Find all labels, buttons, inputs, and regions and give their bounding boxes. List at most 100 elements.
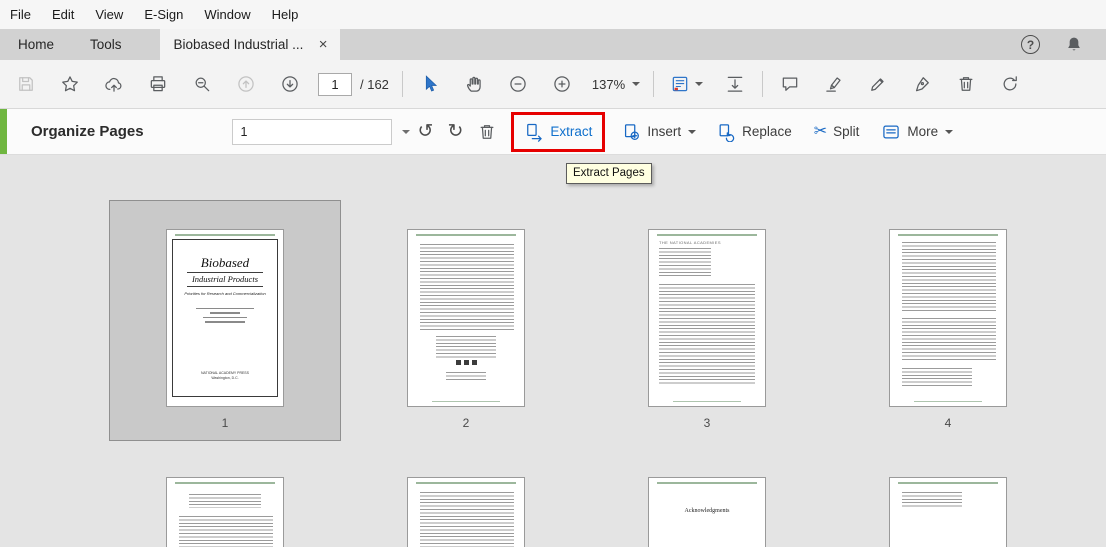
save-button[interactable]: [4, 66, 48, 102]
menu-view[interactable]: View: [95, 7, 123, 22]
rotate-right-icon: ↻: [447, 121, 464, 142]
tab-document-label: Biobased Industrial ...: [173, 37, 304, 52]
more-button[interactable]: More: [881, 122, 954, 142]
redo-button[interactable]: [988, 66, 1032, 102]
chevron-down-icon: [945, 129, 954, 134]
minus-circle-icon: [510, 76, 526, 92]
notifications-bell-icon[interactable]: [1064, 35, 1084, 55]
page-number-label: 3: [703, 416, 711, 430]
page-number-input[interactable]: [318, 72, 352, 96]
page-thumbnail-2[interactable]: 2: [350, 200, 582, 441]
replace-button[interactable]: Replace: [716, 122, 792, 142]
tab-home-label: Home: [18, 37, 55, 52]
cloud-upload-icon: [105, 77, 122, 92]
page-number-label: 4: [944, 416, 952, 430]
trash-icon: [959, 77, 973, 91]
toolbar-separator: [653, 71, 655, 97]
page-thumbnail-1[interactable]: Biobased Industrial Products Priorities …: [109, 200, 341, 441]
page-up-icon: [238, 76, 254, 92]
draw-button[interactable]: [856, 66, 900, 102]
page-thumbnail-7[interactable]: Acknowledgments: [591, 476, 823, 547]
help-icon[interactable]: ?: [1021, 35, 1040, 54]
page-thumbnail-3[interactable]: THE NATIONAL ACADEMIES 3: [591, 200, 823, 441]
pen-nib-icon: [916, 77, 930, 92]
page-thumbnail-6[interactable]: [350, 476, 582, 547]
main-toolbar: / 162 137%: [0, 60, 1106, 109]
hand-icon: [466, 76, 481, 92]
page-thumbnail-4[interactable]: 4: [832, 200, 1064, 441]
rotate-right-button[interactable]: ↻: [447, 122, 463, 141]
marquee-zoom-button[interactable]: [180, 66, 224, 102]
redo-icon: [1003, 76, 1018, 91]
select-tool-button[interactable]: [408, 66, 452, 102]
insert-label: Insert: [647, 124, 682, 139]
page-thumbnail-5[interactable]: [109, 476, 341, 547]
page-6-preview: [407, 477, 525, 547]
scissors-icon: ✂: [813, 122, 828, 140]
menu-help[interactable]: Help: [272, 7, 299, 22]
previous-page-button[interactable]: [224, 66, 268, 102]
page-total-label: / 162: [360, 76, 389, 92]
tabbar-right: ?: [1021, 29, 1106, 60]
tab-document[interactable]: Biobased Industrial ... ×: [159, 29, 340, 60]
highlight-button[interactable]: [812, 66, 856, 102]
printer-icon: [150, 76, 166, 92]
page-2-marks: [408, 360, 524, 365]
organize-accent-bar: [0, 109, 7, 154]
extract-button[interactable]: Extract: [524, 122, 592, 142]
comment-button[interactable]: [768, 66, 812, 102]
zoom-level-value: 137%: [591, 76, 626, 92]
cover-frame: Biobased Industrial Products Priorities …: [172, 239, 278, 397]
scroll-mode-icon: [727, 76, 743, 92]
next-page-button[interactable]: [268, 66, 312, 102]
page-range-combo[interactable]: [231, 118, 410, 145]
hand-tool-button[interactable]: [452, 66, 496, 102]
page-display-icon: [672, 76, 687, 92]
tab-bar: Home Tools Biobased Industrial ... × ?: [0, 29, 1106, 60]
tab-tools[interactable]: Tools: [72, 29, 140, 60]
zoom-out-button[interactable]: [496, 66, 540, 102]
chevron-down-icon: [694, 82, 703, 86]
insert-button[interactable]: Insert: [621, 122, 697, 142]
insert-page-icon: [625, 123, 640, 140]
chevron-down-icon: [688, 129, 697, 134]
tab-home[interactable]: Home: [0, 29, 72, 60]
menu-bar: File Edit View E-Sign Window Help: [0, 0, 1106, 29]
page-display-button[interactable]: [659, 66, 713, 102]
favorite-button[interactable]: [48, 66, 92, 102]
close-tab-icon[interactable]: ×: [317, 37, 330, 52]
page-range-input[interactable]: [232, 124, 402, 139]
page-number-label: 2: [462, 416, 470, 430]
page-1-preview: Biobased Industrial Products Priorities …: [166, 229, 284, 407]
page-2-preview: [407, 229, 525, 407]
delete-page-button[interactable]: [477, 122, 497, 142]
cover-title-line1: Biobased: [200, 255, 250, 270]
scroll-mode-button[interactable]: [713, 66, 757, 102]
thumbnail-row-1: Biobased Industrial Products Priorities …: [0, 200, 1106, 441]
extract-label: Extract: [550, 124, 593, 139]
split-button[interactable]: ✂ Split: [813, 122, 860, 140]
page-number-label: 1: [221, 416, 229, 430]
rotate-left-button[interactable]: ↺: [418, 122, 434, 141]
fill-sign-button[interactable]: [900, 66, 944, 102]
page-header-rule: [175, 234, 275, 236]
zoom-level-control[interactable]: 137%: [584, 66, 648, 102]
star-icon: [62, 76, 78, 92]
organize-pages-toolbar: Organize Pages ↺ ↻ Extract Insert Replac…: [0, 109, 1106, 184]
replace-label: Replace: [742, 124, 792, 139]
menu-esign[interactable]: E-Sign: [144, 7, 183, 22]
zoom-in-button[interactable]: [540, 66, 584, 102]
help-glyph: ?: [1026, 37, 1035, 52]
menu-window[interactable]: Window: [204, 7, 250, 22]
save-icon: [19, 77, 33, 91]
menu-edit[interactable]: Edit: [52, 7, 74, 22]
acrobat-window: File Edit View E-Sign Window Help Home T…: [0, 0, 1106, 547]
menu-file[interactable]: File: [10, 7, 31, 22]
share-button[interactable]: [92, 66, 136, 102]
tab-tools-label: Tools: [90, 37, 122, 52]
print-button[interactable]: [136, 66, 180, 102]
cover-title-line2: Industrial Products: [191, 273, 259, 284]
page-thumbnail-8[interactable]: [832, 476, 1064, 547]
delete-pages-button[interactable]: [944, 66, 988, 102]
cover-committee-lines: [173, 307, 277, 323]
